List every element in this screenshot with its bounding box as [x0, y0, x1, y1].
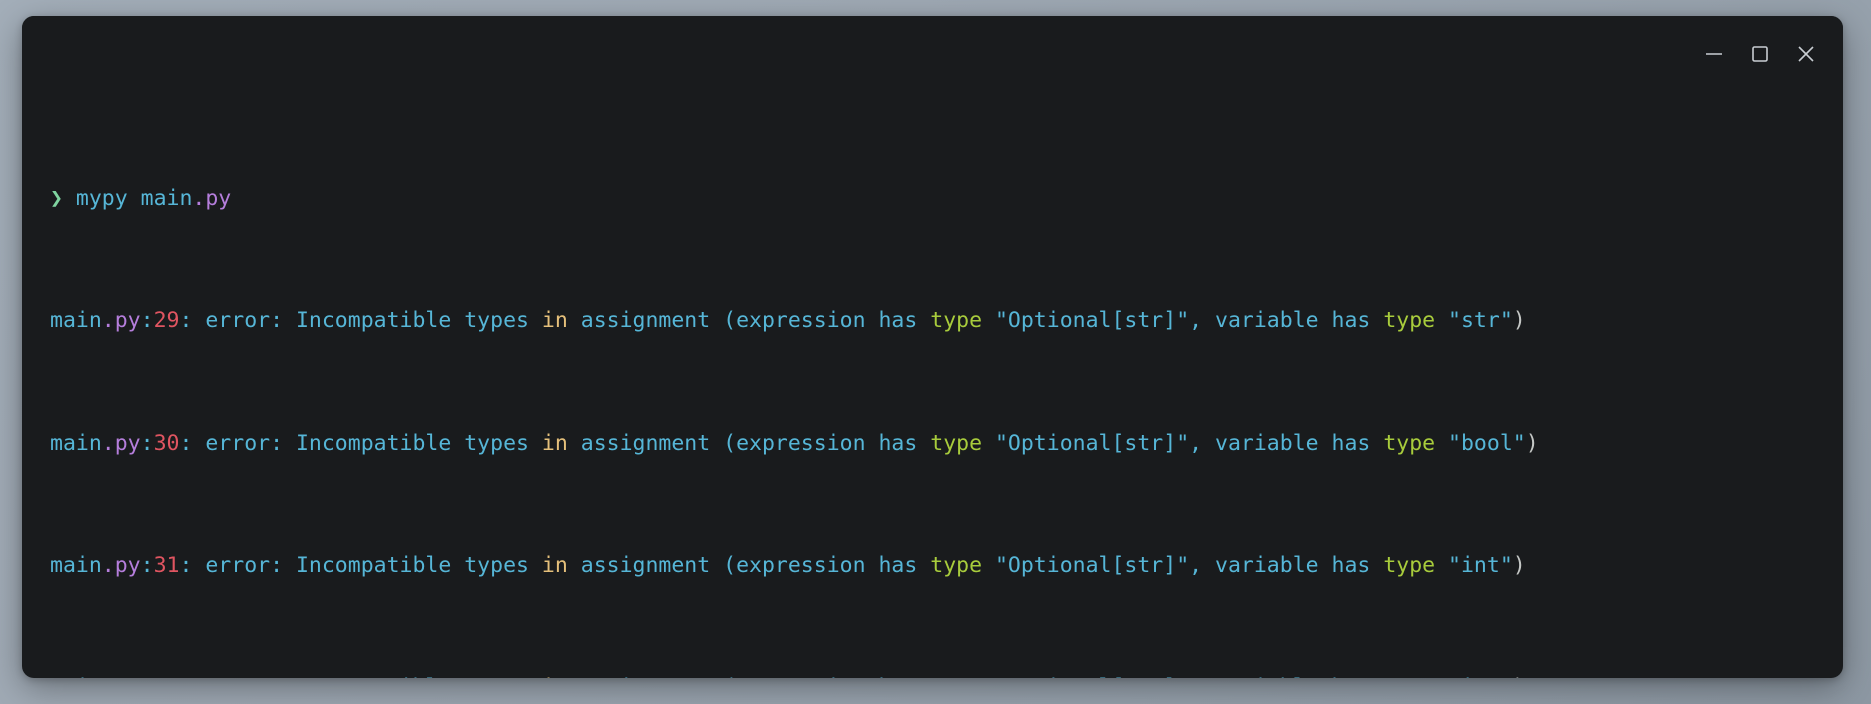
- maximize-icon[interactable]: [1737, 34, 1783, 74]
- error-line-number: 29: [153, 308, 180, 334]
- command-arg-ext: .py: [192, 185, 232, 211]
- minimize-icon[interactable]: [1691, 34, 1737, 74]
- close-icon[interactable]: [1783, 34, 1829, 74]
- prompt-symbol-icon: ❯: [50, 185, 63, 211]
- terminal-output[interactable]: ❯ mypy main.py main.py:29: error: Incomp…: [22, 80, 1843, 678]
- command-arg-base: main: [127, 185, 193, 211]
- command-program: mypy: [75, 185, 128, 211]
- error-line: main.py:31: error: Incompatible types in…: [50, 552, 1526, 578]
- error-line-number: 32: [154, 675, 180, 678]
- command-line: ❯ mypy main.py: [50, 184, 1817, 215]
- desktop-background: ❯ mypy main.py main.py:29: error: Incomp…: [0, 0, 1871, 704]
- terminal-window: ❯ mypy main.py main.py:29: error: Incomp…: [22, 16, 1843, 678]
- error-line-number: 30: [153, 430, 180, 456]
- error-line: main.py:29: error: Incompatible types in…: [50, 308, 1526, 334]
- window-controls: [1691, 34, 1843, 74]
- error-line: main.py:32: error: Incompatible types in…: [50, 673, 1817, 678]
- error-line: main.py:30: error: Incompatible types in…: [50, 430, 1539, 456]
- terminal-titlebar[interactable]: [22, 16, 1843, 80]
- error-line-number: 31: [153, 552, 180, 578]
